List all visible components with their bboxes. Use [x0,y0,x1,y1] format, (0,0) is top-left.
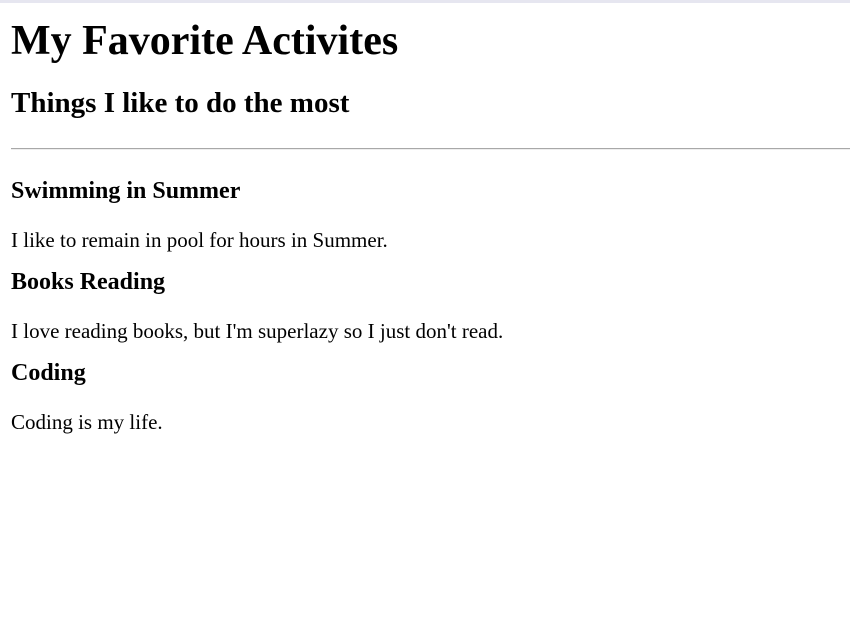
activity-list: Swimming in Summer I like to remain in p… [11,176,850,435]
activity-description: Coding is my life. [11,410,163,434]
activity-description: I love reading books, but I'm superlazy … [11,319,504,343]
divider [11,148,850,150]
activity-title: Coding [11,360,86,386]
activity-title: Swimming in Summer [11,178,241,204]
activity-description: I like to remain in pool for hours in Su… [11,228,388,252]
activity-item: Coding Coding is my life. [11,358,850,435]
activity-item: Books Reading I love reading books, but … [11,267,850,344]
page-subtitle: Things I like to do the most [11,87,350,119]
activity-item: Swimming in Summer I like to remain in p… [11,176,850,253]
page-title: My Favorite Activites [11,18,399,64]
activity-title: Books Reading [11,269,166,295]
